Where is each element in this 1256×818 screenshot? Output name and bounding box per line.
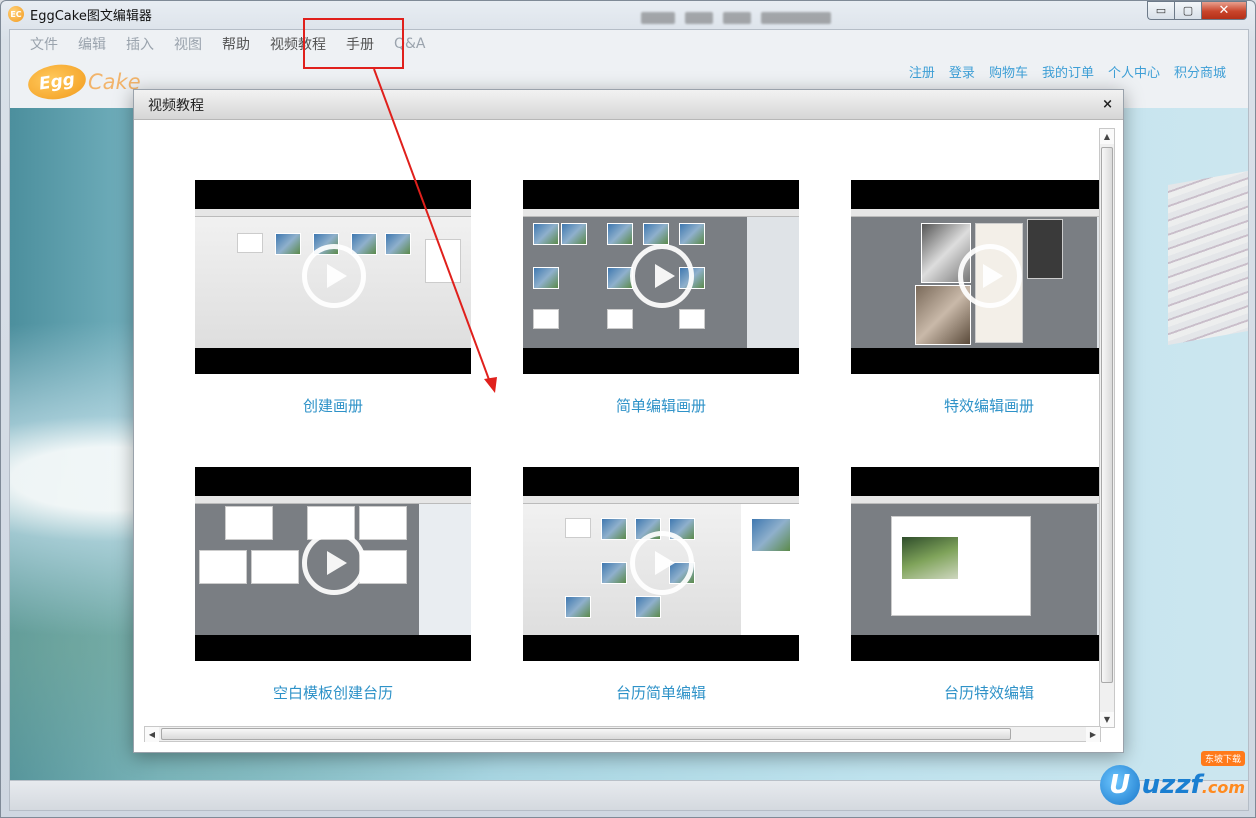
menu-view[interactable]: 视图 <box>164 34 212 54</box>
watermark-text: uzzf.com <box>1141 770 1245 800</box>
vertical-scroll-thumb[interactable] <box>1101 147 1113 683</box>
app-icon: EC <box>8 6 24 22</box>
video-thumbnail[interactable] <box>851 467 1101 661</box>
menu-insert[interactable]: 插入 <box>116 34 164 54</box>
blurred-title-content <box>641 7 901 29</box>
nav-login[interactable]: 登录 <box>949 62 975 81</box>
dialog-header: 视频教程 × <box>134 90 1123 120</box>
scroll-up-icon[interactable]: ▲ <box>1100 129 1114 144</box>
video-label[interactable]: 创建画册 <box>195 395 471 416</box>
play-icon[interactable] <box>302 531 366 595</box>
scroll-down-icon[interactable]: ▼ <box>1100 712 1114 727</box>
video-card[interactable]: 空白模板创建台历 <box>195 467 471 703</box>
video-card[interactable]: 台历特效编辑 <box>851 467 1101 703</box>
nav-points-mall[interactable]: 积分商城 <box>1174 62 1226 81</box>
maximize-button[interactable]: ▢ <box>1174 1 1201 20</box>
app-window: EC EggCake图文编辑器 ▭ ▢ ✕ 文件 编辑 插入 视图 帮助 视频教… <box>0 0 1256 818</box>
title-bar: EC EggCake图文编辑器 ▭ ▢ ✕ <box>1 1 1255 27</box>
vertical-scrollbar[interactable]: ▲ ▼ <box>1099 128 1115 728</box>
nav-profile[interactable]: 个人中心 <box>1108 62 1160 81</box>
video-card[interactable]: 台历简单编辑 <box>523 467 799 703</box>
watermark-logo: U <box>1099 765 1140 805</box>
nav-register[interactable]: 注册 <box>909 62 935 81</box>
video-label[interactable]: 空白模板创建台历 <box>195 682 471 703</box>
dialog-close-icon[interactable]: × <box>1102 97 1113 112</box>
video-grid: 创建画册 简单编辑画册 特效编辑画册 空白模板创建台历 台历简单编辑 台历特效编… <box>144 128 1101 728</box>
video-thumbnail[interactable] <box>195 180 471 374</box>
menu-edit[interactable]: 编辑 <box>68 34 116 54</box>
play-icon[interactable] <box>958 531 1022 595</box>
scroll-left-icon[interactable]: ◀ <box>145 727 159 742</box>
book-decoration <box>1168 170 1248 346</box>
video-tutorial-dialog: 视频教程 × 创建画册 简单编辑画册 特效编辑画册 空白模板创建台历 台历简单编… <box>133 89 1124 753</box>
dialog-title: 视频教程 <box>148 97 204 114</box>
menu-help[interactable]: 帮助 <box>212 34 260 54</box>
close-button[interactable]: ✕ <box>1201 1 1247 20</box>
nav-orders[interactable]: 我的订单 <box>1042 62 1094 81</box>
window-title: EggCake图文编辑器 <box>30 8 152 24</box>
nav-cart[interactable]: 购物车 <box>989 62 1028 81</box>
logo-egg: Egg <box>25 61 89 103</box>
video-card[interactable]: 特效编辑画册 <box>851 180 1101 416</box>
video-label[interactable]: 简单编辑画册 <box>523 395 799 416</box>
top-nav: 注册 登录 购物车 我的订单 个人中心 积分商城 <box>909 62 1226 81</box>
play-icon[interactable] <box>302 244 366 308</box>
horizontal-scrollbar[interactable]: ◀ ▶ <box>144 726 1101 742</box>
site-watermark: U uzzf.com 东坡下载 <box>1099 751 1245 805</box>
video-label[interactable]: 特效编辑画册 <box>851 395 1101 416</box>
video-thumbnail[interactable] <box>523 180 799 374</box>
watermark-badge: 东坡下载 <box>1200 751 1245 766</box>
eggcake-logo: Egg Cake <box>25 61 141 103</box>
video-thumbnail[interactable] <box>195 467 471 661</box>
video-thumbnail[interactable] <box>523 467 799 661</box>
video-thumbnail[interactable] <box>851 180 1101 374</box>
menu-bar: 文件 编辑 插入 视图 帮助 视频教程 手册 Q&A <box>10 30 1248 58</box>
status-bar <box>10 780 1248 810</box>
annotation-highlight-box <box>303 18 404 69</box>
scroll-right-icon[interactable]: ▶ <box>1086 727 1100 742</box>
play-icon[interactable] <box>630 244 694 308</box>
window-controls: ▭ ▢ ✕ <box>1147 1 1247 20</box>
horizontal-scroll-thumb[interactable] <box>161 728 1011 740</box>
video-label[interactable]: 台历简单编辑 <box>523 682 799 703</box>
video-card[interactable]: 简单编辑画册 <box>523 180 799 416</box>
video-label[interactable]: 台历特效编辑 <box>851 682 1101 703</box>
menu-file[interactable]: 文件 <box>20 34 68 54</box>
video-card[interactable]: 创建画册 <box>195 180 471 416</box>
play-icon[interactable] <box>958 244 1022 308</box>
play-icon[interactable] <box>630 531 694 595</box>
minimize-button[interactable]: ▭ <box>1147 1 1174 20</box>
